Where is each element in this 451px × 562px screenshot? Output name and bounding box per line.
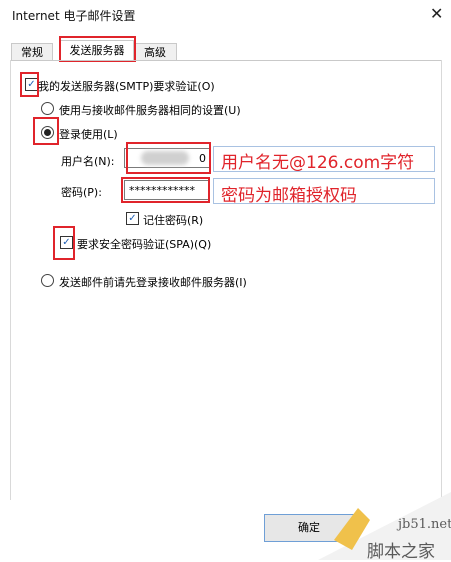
- smtp-auth-label: 我的发送服务器(SMTP)要求验证(O): [38, 80, 215, 93]
- login-incoming-first-label: 发送邮件前请先登录接收邮件服务器(I): [59, 276, 247, 289]
- highlight-spa-checkbox: [53, 226, 75, 260]
- highlight-tab-box: [59, 36, 136, 62]
- login-label: 登录使用(L): [59, 128, 118, 141]
- window-title: Internet 电子邮件设置: [12, 9, 136, 23]
- highlight-username-field: [126, 142, 211, 174]
- username-label: 用户名(N):: [61, 155, 115, 168]
- login-incoming-first-radio[interactable]: [41, 274, 54, 287]
- panel-border-left: [10, 60, 11, 500]
- highlight-smtp-checkbox: [20, 72, 39, 97]
- password-label: 密码(P):: [61, 186, 102, 199]
- tab-general[interactable]: 常规: [11, 43, 53, 61]
- watermark-name: 脚本之家: [367, 542, 435, 562]
- watermark-site: jb51.net: [398, 517, 451, 532]
- close-icon[interactable]: ✕: [430, 4, 443, 23]
- same-as-incoming-radio[interactable]: [41, 102, 54, 115]
- remember-password-label: 记住密码(R): [143, 214, 204, 227]
- username-note: 用户名无@126.com字符: [221, 153, 415, 173]
- highlight-password-field: [121, 177, 210, 203]
- ok-button-label: 确定: [298, 521, 320, 534]
- tab-divider: [10, 60, 442, 61]
- tab-advanced[interactable]: 高级: [133, 43, 177, 61]
- same-as-incoming-label: 使用与接收邮件服务器相同的设置(U): [59, 104, 241, 117]
- remember-password-checkbox[interactable]: ✓: [126, 212, 139, 225]
- password-note: 密码为邮箱授权码: [221, 186, 357, 206]
- spa-label: 要求安全密码验证(SPA)(Q): [77, 238, 212, 251]
- highlight-login-radio: [33, 117, 59, 145]
- panel-border-right: [441, 60, 442, 500]
